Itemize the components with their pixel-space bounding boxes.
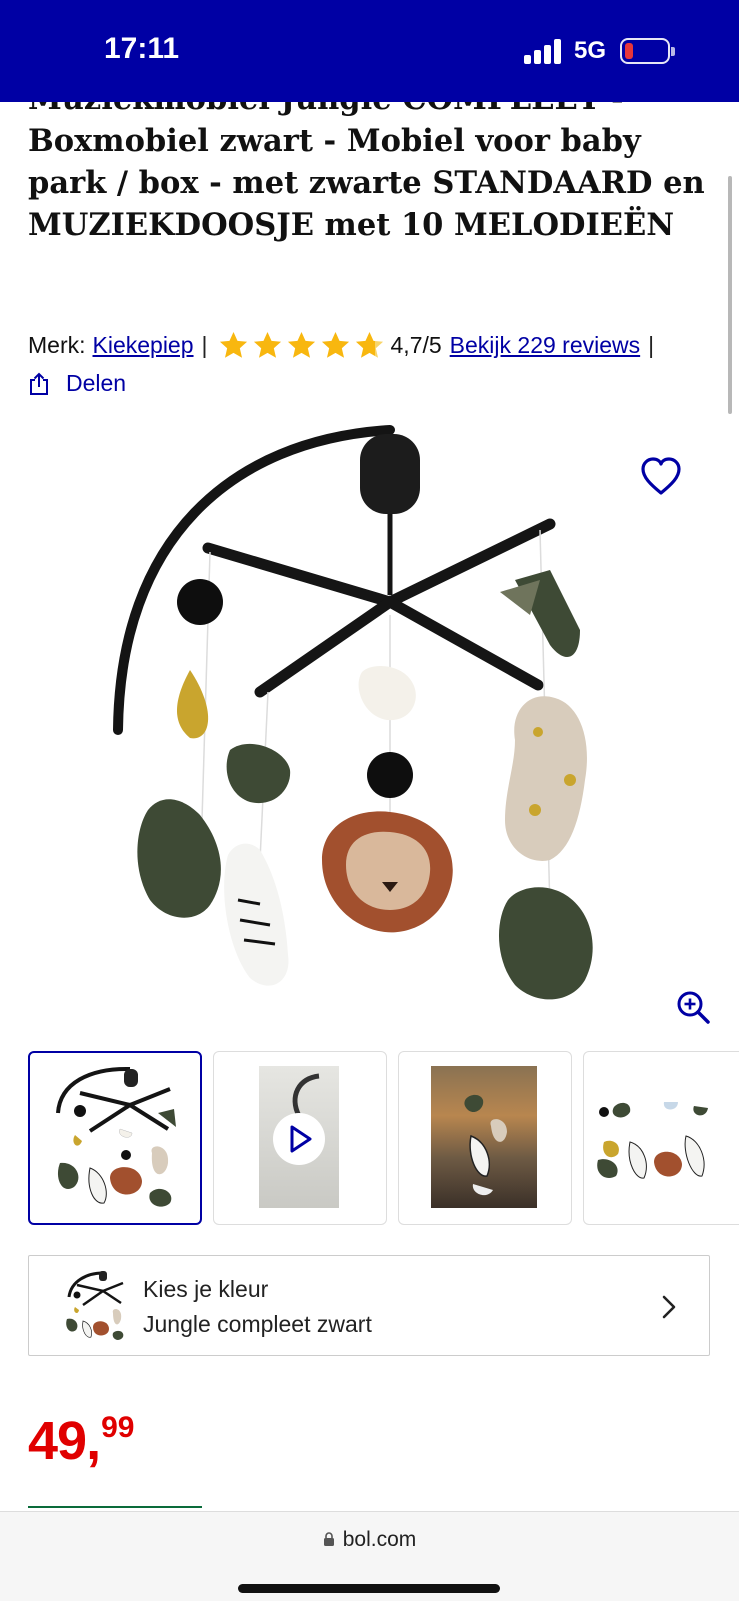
- product-meta-row: Merk: Kiekepiep | 4,7/5 Bekijk 229 revie…: [28, 330, 662, 360]
- divider: |: [201, 331, 208, 358]
- thumbnail-image-graphic: [464, 1094, 507, 1196]
- heart-icon[interactable]: [640, 457, 682, 497]
- product-price: 49,99: [28, 1410, 134, 1472]
- color-variant-image: [66, 1271, 124, 1340]
- rating-score: 4,7/5: [390, 331, 442, 358]
- price-main: 49,: [28, 1411, 101, 1471]
- share-label: Delen: [66, 370, 127, 396]
- browser-address-bar[interactable]: bol.com: [0, 1511, 739, 1601]
- home-indicator[interactable]: [238, 1584, 500, 1593]
- thumbnail-image-graphic: [56, 1066, 176, 1207]
- thumbnail-image-graphic: [597, 1102, 708, 1179]
- thumbnail-image[interactable]: [583, 1051, 739, 1225]
- status-bar: 17:11 5G: [0, 0, 739, 102]
- lock-icon: [323, 1532, 334, 1546]
- product-title: Muziekmobiel Jungle COMPLEET - Boxmobiel…: [28, 81, 705, 243]
- video-thumbnail[interactable]: [213, 1051, 387, 1225]
- divider: |: [648, 331, 655, 358]
- play-icon: [273, 1113, 325, 1165]
- reviews-link[interactable]: Bekijk 229 reviews: [450, 332, 640, 359]
- thumbnail-strip: [28, 1051, 739, 1227]
- status-time: 17:11: [104, 32, 180, 65]
- star-icon: [321, 331, 349, 358]
- product-image[interactable]: [110, 420, 630, 1030]
- color-selector-label: Kies je kleur: [143, 1276, 269, 1302]
- thumbnail-image[interactable]: [398, 1051, 572, 1225]
- share-button[interactable]: Delen: [28, 370, 126, 397]
- thumbnail-image[interactable]: [28, 1051, 202, 1225]
- battery-icon: [620, 38, 675, 64]
- zoom-in-icon[interactable]: [676, 990, 710, 1024]
- browser-url: bol.com: [342, 1528, 417, 1551]
- star-icon: [287, 331, 315, 358]
- chevron-right-icon: [662, 1295, 676, 1319]
- color-selector-value: Jungle compleet zwart: [143, 1311, 372, 1337]
- brand-label: Merk:: [28, 331, 86, 358]
- star-icon: [355, 331, 383, 358]
- star-icon: [219, 331, 247, 358]
- rating-stars: [218, 330, 385, 361]
- signal-strength-icon: [524, 38, 562, 64]
- color-selector[interactable]: Kies je kleur Jungle compleet zwart: [28, 1255, 710, 1356]
- network-type: 5G: [574, 37, 607, 64]
- scroll-indicator: [728, 176, 732, 414]
- price-cents: 99: [101, 1411, 135, 1444]
- add-to-cart-button-partial[interactable]: [28, 1506, 202, 1510]
- star-icon: [253, 331, 281, 358]
- share-icon: [30, 372, 48, 395]
- brand-link[interactable]: Kiekepiep: [93, 332, 194, 359]
